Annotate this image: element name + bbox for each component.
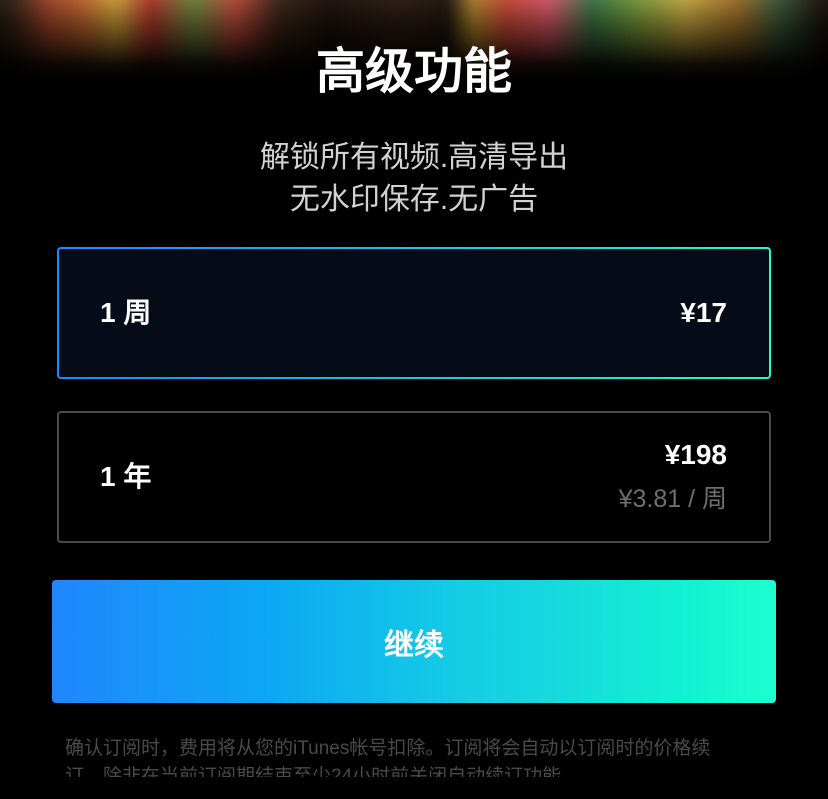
subtitle-line: 解锁所有视频.高清导出 [259, 141, 569, 174]
subtitle-line: 无水印保存.无广告 [289, 183, 539, 216]
subscription-terms: 确认订阅时，费用将从您的iTunes帐号扣除。订阅将会自动以订阅时的价格续 订，… [65, 735, 805, 777]
continue-button[interactable]: 继续 [52, 580, 776, 703]
plan-label: 1 年 [100, 461, 152, 492]
plan-price-block: ¥17 [680, 295, 727, 331]
plan-price: ¥17 [680, 297, 727, 328]
terms-line: 订，除非在当前订阅期结束至少24小时前关闭自动续订功能。 [65, 766, 581, 777]
plan-label: 1 周 [100, 297, 152, 328]
terms-line: 确认订阅时，费用将从您的iTunes帐号扣除。订阅将会自动以订阅时的价格续 [65, 738, 711, 759]
plan-option-yearly[interactable]: 1 年 ¥198 ¥3.81 / 周 [57, 411, 771, 543]
plan-price-per-week: ¥3.81 / 周 [618, 485, 727, 513]
plan-price: ¥198 [664, 439, 727, 470]
plan-option-weekly[interactable]: 1 周 ¥17 [57, 247, 771, 379]
plan-price-block: ¥198 ¥3.81 / 周 [619, 437, 727, 517]
page-title: 高级功能 [315, 45, 512, 99]
subtitle: 解锁所有视频.高清导出 无水印保存.无广告 [0, 137, 828, 221]
